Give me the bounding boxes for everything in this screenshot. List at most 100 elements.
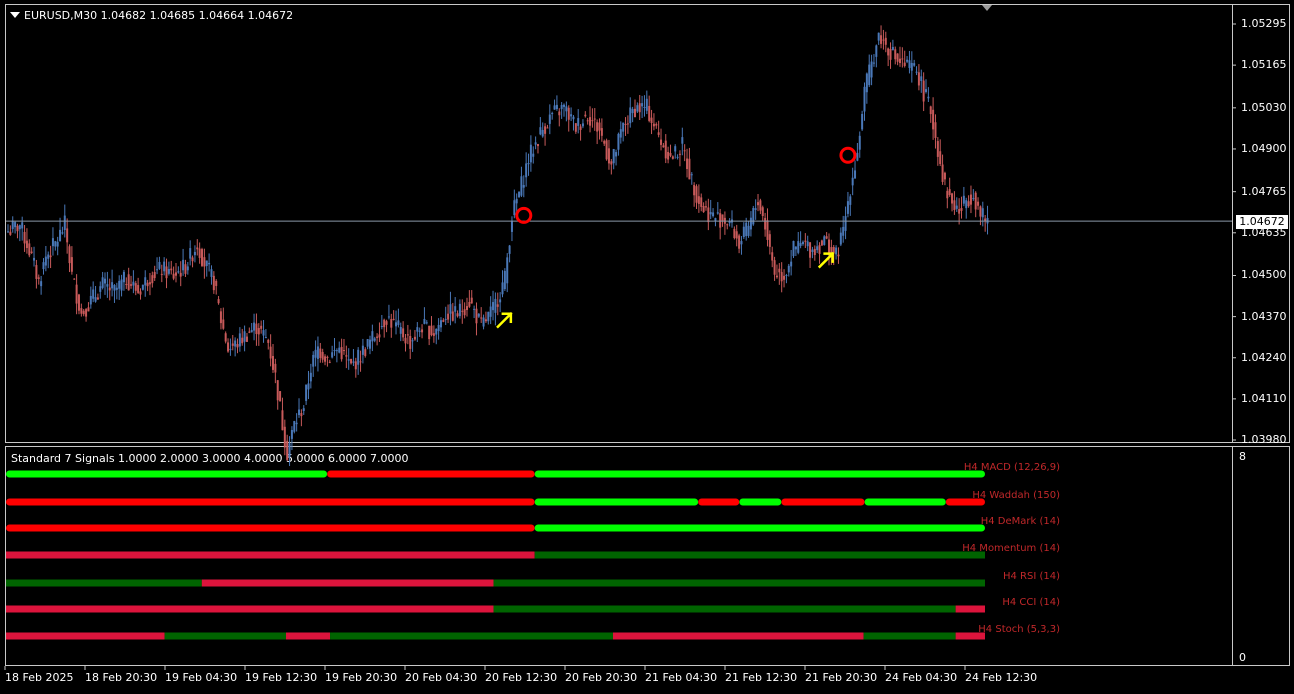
candle-body — [801, 241, 804, 245]
candle-body — [182, 259, 185, 271]
candle-body — [224, 333, 227, 342]
candle-body — [925, 89, 928, 92]
candle-body — [421, 329, 424, 333]
candle-body — [697, 196, 700, 204]
candle-body — [158, 261, 161, 269]
candle-body — [179, 272, 182, 277]
candle-body — [652, 123, 655, 127]
signal-bar-segment — [6, 605, 494, 613]
candle-body — [908, 60, 911, 68]
candle-body — [702, 206, 705, 213]
candle-body — [636, 105, 639, 112]
candle-body — [253, 322, 256, 331]
candle-body — [219, 311, 222, 324]
candle-body — [560, 105, 563, 110]
candle-body — [499, 299, 502, 303]
candle-body — [7, 231, 9, 233]
price-tick-label: 1.04765 — [1241, 184, 1287, 198]
candle-body — [191, 257, 194, 262]
indicator-row-label: H4 DeMark (14) — [980, 516, 1060, 527]
candle-body — [269, 346, 272, 359]
candle-body — [967, 201, 970, 207]
candle-body — [577, 118, 580, 126]
candle-body — [600, 128, 603, 136]
candle-body — [279, 391, 282, 402]
candle-body — [778, 268, 781, 273]
candle-body — [563, 104, 566, 107]
candle-body — [704, 206, 707, 208]
buy-signal-arrow-icon — [496, 312, 513, 329]
candle-body — [66, 228, 69, 243]
time-tick-label: 18 Feb 20:30 — [85, 671, 158, 684]
candle-body — [553, 105, 556, 110]
candle-body — [977, 201, 980, 206]
candle-body — [257, 327, 260, 335]
candle-body — [863, 86, 866, 112]
candle-body — [236, 344, 239, 348]
candle-body — [189, 248, 192, 259]
candle-body — [738, 235, 741, 249]
signal-dot-segment — [6, 498, 535, 506]
candle-body — [411, 340, 414, 342]
candle-body — [243, 331, 246, 342]
candle-body — [151, 275, 154, 284]
price-tick-label: 1.04370 — [1241, 309, 1287, 323]
candle-body — [626, 123, 629, 125]
candle-body — [295, 422, 298, 425]
candle-body — [439, 320, 442, 328]
candle-body — [350, 358, 353, 364]
candle-body — [364, 349, 367, 356]
candle-body — [120, 279, 123, 291]
candle-body — [314, 349, 317, 358]
candle-body — [693, 185, 696, 196]
candle-body — [593, 118, 596, 120]
candle-body — [757, 202, 760, 206]
candle-body — [473, 308, 476, 310]
candle-body — [104, 278, 107, 284]
candle-body — [174, 272, 177, 276]
candle-body — [503, 270, 506, 290]
candle-body — [430, 325, 433, 336]
candle-body — [922, 80, 925, 102]
candle-body — [73, 278, 76, 280]
candle-body — [709, 212, 712, 215]
candle-body — [101, 277, 104, 288]
time-tick-label: 18 Feb 2025 — [5, 671, 74, 684]
signal-dot-segment — [739, 498, 782, 506]
time-tick-label: 24 Feb 04:30 — [885, 671, 958, 684]
candle-body — [33, 257, 36, 261]
candle-body — [619, 129, 622, 138]
candle-body — [25, 240, 28, 249]
candle-body — [139, 291, 142, 295]
candle-body — [113, 285, 116, 291]
candle-body — [496, 304, 499, 307]
candle-body — [849, 196, 852, 205]
candle-body — [570, 114, 573, 117]
signal-bar-segment — [330, 632, 613, 640]
candle-body — [598, 122, 601, 131]
candle-body — [707, 207, 710, 223]
candle-body — [89, 295, 92, 305]
candle-body — [184, 264, 187, 274]
candle-body — [331, 352, 334, 358]
candle-body — [773, 260, 776, 275]
time-tick-label: 19 Feb 12:30 — [245, 671, 318, 684]
signal-dot-segment — [864, 498, 946, 506]
signal-dot-segment — [6, 524, 535, 532]
candle-body — [122, 271, 125, 283]
candle-body — [858, 135, 861, 150]
candle-body — [981, 208, 984, 218]
candle-body — [513, 200, 516, 216]
candle-body — [293, 421, 296, 432]
candle-body — [574, 123, 577, 132]
candle-body — [735, 231, 738, 239]
candle-body — [463, 309, 466, 316]
candle-body — [475, 308, 478, 324]
candle-body — [376, 336, 379, 338]
candle-body — [759, 200, 762, 211]
candle-body — [572, 116, 575, 120]
candle-body — [884, 37, 887, 45]
candle-body — [368, 339, 371, 349]
candle-body — [390, 319, 393, 328]
candle-body — [764, 217, 767, 230]
